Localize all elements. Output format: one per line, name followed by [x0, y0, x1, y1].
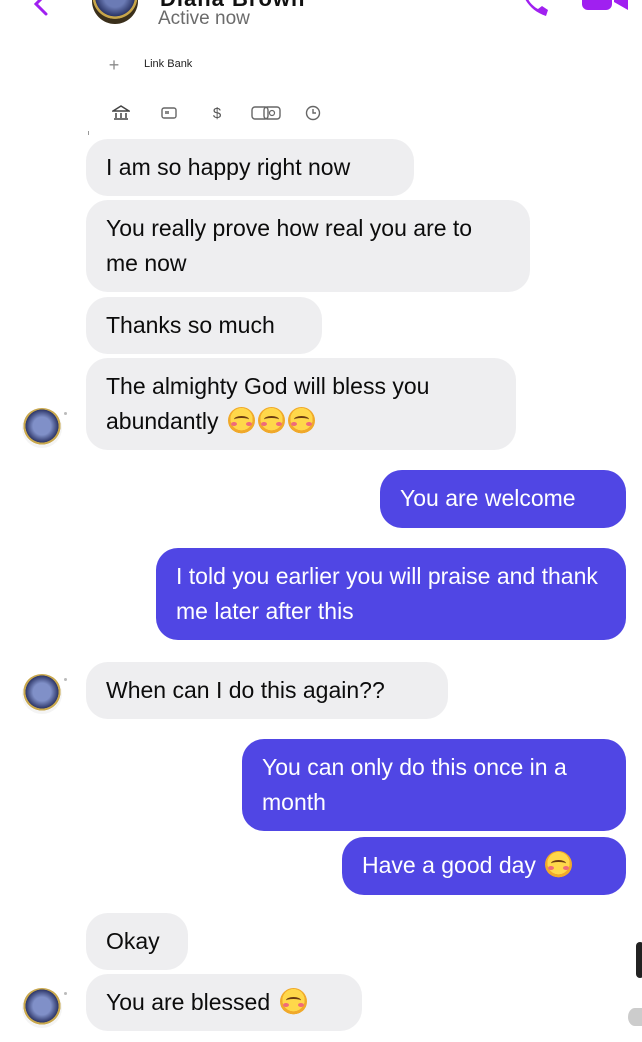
payment-toolbar: $	[108, 100, 326, 126]
card-icon[interactable]	[156, 100, 182, 126]
dollar-icon[interactable]: $	[204, 100, 230, 126]
smiling-face-with-hearts-icon	[545, 851, 573, 878]
message-text: I told you earlier you will praise and t…	[176, 563, 598, 624]
message-incoming[interactable]: The almighty God will bless you abundant…	[86, 358, 516, 450]
online-dot	[64, 992, 67, 995]
video-camera-icon	[582, 0, 628, 10]
clock-icon[interactable]	[300, 100, 326, 126]
divider	[88, 131, 89, 135]
message-incoming[interactable]: Okay	[86, 913, 188, 970]
message-incoming[interactable]: When can I do this again??	[86, 662, 448, 719]
message-incoming[interactable]: I am so happy right now	[86, 139, 414, 196]
voice-call-button[interactable]	[516, 0, 552, 20]
sender-avatar[interactable]	[22, 408, 62, 448]
online-dot	[64, 678, 67, 681]
active-status: Active now	[158, 8, 250, 29]
message-text: When can I do this again??	[106, 677, 385, 703]
back-button[interactable]	[26, 0, 56, 20]
message-text: Thanks so much	[106, 312, 275, 338]
message-text: You are blessed	[106, 989, 271, 1015]
message-incoming[interactable]: You really prove how real you are to me …	[86, 200, 530, 292]
message-incoming[interactable]: You are blessed	[86, 974, 362, 1031]
message-text: Okay	[106, 928, 160, 954]
online-dot	[64, 412, 67, 415]
read-receipt-avatar	[628, 1008, 642, 1026]
phone-icon	[525, 0, 548, 16]
smiling-face-with-hearts-icon	[287, 407, 315, 434]
video-call-button[interactable]	[580, 0, 630, 18]
scrollbar[interactable]	[636, 942, 642, 978]
message-outgoing[interactable]: Have a good day	[342, 837, 626, 895]
message-text: You are welcome	[400, 485, 576, 511]
message-outgoing[interactable]: I told you earlier you will praise and t…	[156, 548, 626, 640]
face-blowing-a-kiss-icon	[279, 988, 307, 1015]
sender-avatar[interactable]	[22, 674, 62, 714]
link-bank-button[interactable]: Link Bank	[144, 58, 192, 70]
cash-icon[interactable]	[250, 100, 282, 126]
smiling-face-with-hearts-icon	[257, 407, 285, 434]
message-text: Have a good day	[362, 852, 536, 878]
smiling-face-with-hearts-icon	[227, 407, 255, 434]
contact-avatar[interactable]	[92, 0, 138, 24]
add-button[interactable]: +	[104, 55, 124, 75]
message-text: You really prove how real you are to me …	[106, 215, 473, 276]
message-text: You can only do this once in a month	[262, 754, 567, 815]
chevron-left-icon	[33, 0, 48, 16]
message-text: I am so happy right now	[106, 154, 351, 180]
message-incoming[interactable]: Thanks so much	[86, 297, 322, 354]
bank-icon[interactable]	[108, 100, 134, 126]
message-outgoing[interactable]: You can only do this once in a month	[242, 739, 626, 831]
sender-avatar[interactable]	[22, 988, 62, 1028]
message-outgoing[interactable]: You are welcome	[380, 470, 626, 528]
